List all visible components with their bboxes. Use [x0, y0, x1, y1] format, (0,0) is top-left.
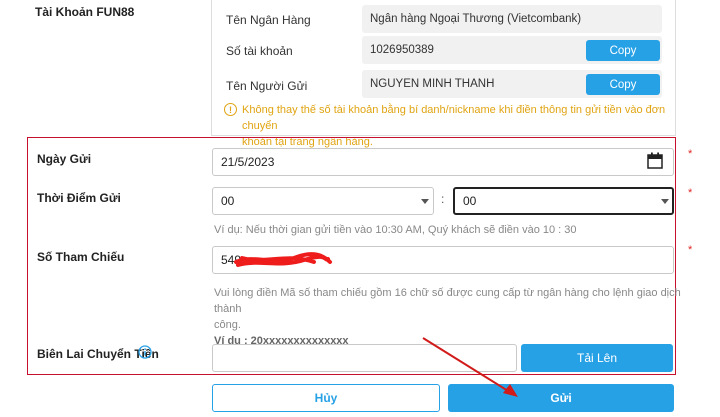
- redaction-scribble: [234, 252, 332, 267]
- copy-account-number-button[interactable]: Copy: [586, 40, 660, 61]
- date-required-mark: *: [688, 148, 693, 160]
- date-label: Ngày Gửi: [37, 152, 92, 166]
- account-section-title: Tài Khoản FUN88: [35, 5, 135, 19]
- calendar-icon[interactable]: [647, 152, 663, 169]
- warning-line-1: Không thay thế số tài khoản bằng bí danh…: [242, 104, 666, 132]
- hour-value: 00: [221, 194, 235, 208]
- minute-value: 00: [463, 194, 477, 208]
- reference-hint-line-2: công.: [214, 319, 241, 331]
- date-input[interactable]: 21/5/2023: [212, 148, 674, 176]
- copy-sender-name-button[interactable]: Copy: [586, 74, 660, 95]
- bank-name-value: Ngân hàng Ngoại Thương (Vietcombank): [362, 5, 662, 33]
- account-number-label: Số tài khoản: [226, 44, 293, 58]
- annotation-arrow: [422, 337, 518, 397]
- sender-name-label: Tên Người Gửi: [226, 79, 308, 93]
- info-icon[interactable]: [138, 345, 152, 359]
- hour-select[interactable]: 00: [212, 187, 434, 215]
- reference-label: Số Tham Chiếu: [37, 250, 125, 264]
- date-value: 21/5/2023: [221, 155, 275, 169]
- reference-required-mark: *: [688, 244, 693, 256]
- time-required-mark: *: [688, 187, 693, 199]
- bank-name-label: Tên Ngân Hàng: [226, 13, 311, 27]
- cancel-button[interactable]: Hủy: [212, 384, 440, 412]
- time-separator: :: [441, 192, 445, 206]
- hour-chevron-down-icon: [421, 199, 429, 204]
- minute-select[interactable]: 00: [453, 187, 674, 215]
- time-label: Thời Điểm Gửi: [37, 191, 121, 205]
- time-hint: Ví dụ: Nếu thời gian gửi tiền vào 10:30 …: [214, 224, 577, 236]
- minute-chevron-down-icon: [661, 199, 669, 204]
- upload-button[interactable]: Tải Lên: [521, 344, 673, 372]
- reference-hint-line-1: Vui lòng điền Mã số tham chiếu gồm 16 ch…: [214, 287, 681, 315]
- warning-icon: !: [224, 103, 237, 116]
